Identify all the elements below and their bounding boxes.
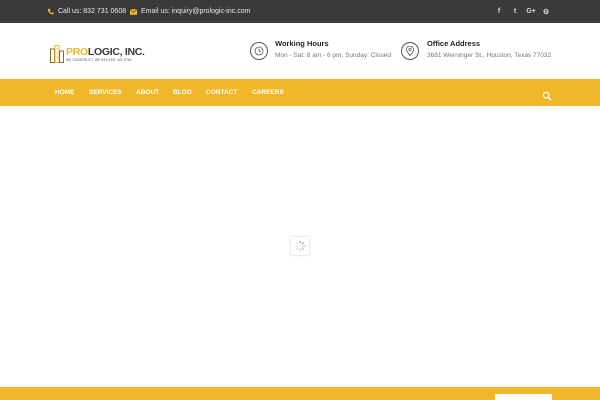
- working-hours-title: Working Hours: [275, 39, 329, 48]
- phone-text: Call us: 832 731 0608: [58, 8, 127, 15]
- office-address-title: Office Address: [427, 39, 481, 48]
- phone-contact[interactable]: Call us: 832 731 0608: [47, 0, 126, 23]
- logo-wordmark: PROLOGIC, INC.: [66, 46, 145, 58]
- nav-item-blog[interactable]: BLOG: [173, 79, 192, 106]
- working-hours-text: Mon - Sat: 8 am - 6 pm, Sunday: Closed: [275, 52, 391, 59]
- logo-tagline: WE CONSTRUCT. WE DELIVER. WE STAY.: [66, 58, 133, 62]
- envelope-icon: [130, 8, 137, 15]
- email-text: Email us: inquiry@prologic-inc.com: [141, 8, 251, 15]
- nav-item-services[interactable]: SERVICES: [89, 79, 122, 106]
- nav-item-careers[interactable]: CAREERS: [252, 79, 284, 106]
- google-plus-icon[interactable]: G+: [526, 0, 536, 23]
- nav-item-home[interactable]: HOME: [55, 79, 75, 106]
- loading-spinner: [291, 237, 309, 255]
- email-contact[interactable]: Email us: inquiry@prologic-inc.com: [130, 0, 250, 23]
- twitter-icon[interactable]: t: [510, 0, 520, 23]
- nav-item-about[interactable]: ABOUT: [136, 79, 159, 106]
- facebook-icon[interactable]: f: [494, 0, 504, 23]
- phone-icon: [47, 8, 54, 15]
- nav-item-contact[interactable]: CONTACT: [206, 79, 237, 106]
- github-icon[interactable]: ⚙: [541, 0, 551, 23]
- site-logo[interactable]: PROLOGIC, INC. WE CONSTRUCT. WE DELIVER.…: [50, 45, 145, 65]
- map-pin-icon: [401, 42, 419, 60]
- spinner-icon: [294, 240, 306, 252]
- clock-icon: [250, 42, 268, 60]
- office-address-text: 3681 Werninger St., Houston, Texas 77032: [427, 52, 552, 59]
- search-icon[interactable]: [542, 88, 552, 101]
- building-logo-icon: [50, 45, 64, 63]
- footer-button[interactable]: [495, 394, 552, 400]
- top-bar: Call us: 832 731 0608 Email us: inquiry@…: [0, 0, 600, 23]
- main-nav: HOME SERVICES ABOUT BLOG CONTACT CAREERS: [0, 79, 600, 106]
